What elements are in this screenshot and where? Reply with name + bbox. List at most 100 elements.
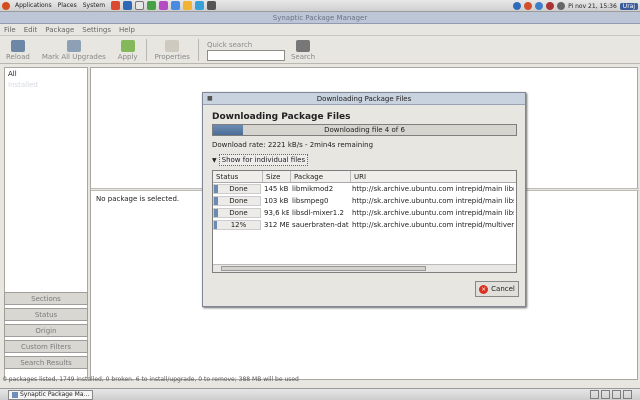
workspace-1[interactable]	[590, 390, 599, 399]
status-column-header[interactable]: Status	[213, 171, 263, 182]
row-uri: http://sk.archive.ubuntu.com intrepid/mu…	[352, 221, 514, 229]
row-status: 12%	[213, 220, 261, 230]
network-icon[interactable]	[513, 2, 522, 10]
toolbar-separator	[197, 39, 199, 61]
updates-icon[interactable]	[524, 2, 533, 10]
row-status: Done	[213, 196, 261, 206]
firefox-icon[interactable]	[111, 1, 121, 10]
toolbar: Reload Mark All Upgrades Apply Propertie…	[0, 36, 640, 64]
volume-icon[interactable]	[557, 2, 566, 10]
places-menu[interactable]: Places	[55, 2, 80, 9]
folder-icon[interactable]	[183, 1, 193, 10]
workspace-4[interactable]	[623, 390, 632, 399]
row-status: Done	[213, 208, 261, 218]
workspace-2[interactable]	[601, 390, 610, 399]
mail-icon[interactable]	[535, 2, 544, 10]
row-package: sauerbraten-data	[292, 221, 349, 229]
row-size: 103 kB	[264, 197, 289, 205]
custom-filters-button[interactable]: Custom Filters	[4, 340, 88, 353]
filter-buttons: Sections Status Origin Custom Filters Se…	[4, 292, 88, 372]
expander-arrow-icon: ▼	[212, 156, 217, 164]
row-package: libsdl-mixer1.2	[292, 209, 344, 217]
uri-column-header[interactable]: URI	[351, 171, 516, 182]
size-column-header[interactable]: Size	[263, 171, 291, 182]
menu-file[interactable]: File	[4, 26, 16, 34]
window-titlebar[interactable]: Synaptic Package Manager	[0, 12, 640, 24]
workspace-switcher	[590, 390, 632, 399]
origin-button[interactable]: Origin	[4, 324, 88, 337]
window-menubar: File Edit Package Settings Help	[0, 24, 640, 36]
menu-package[interactable]: Package	[45, 26, 74, 34]
overall-progress-bar: Downloading file 4 of 6	[212, 124, 517, 136]
binoculars-icon	[295, 40, 310, 52]
filter-installed[interactable]: Installed	[5, 80, 87, 90]
browser-icon[interactable]	[195, 1, 205, 10]
status-button[interactable]: Status	[4, 308, 88, 321]
terminal-icon[interactable]	[135, 1, 145, 10]
details-expander[interactable]: ▼ Show for individual files	[212, 154, 309, 166]
status-bar: 0 packages listed, 1749 installed, 0 bro…	[3, 376, 299, 383]
search-results-button[interactable]: Search Results	[4, 356, 88, 369]
ubuntu-logo-icon[interactable]	[2, 1, 10, 10]
reload-button[interactable]: Reload	[6, 40, 30, 61]
media-icon[interactable]	[159, 1, 169, 10]
menu-settings[interactable]: Settings	[82, 26, 111, 34]
dialog-heading: Downloading Package Files	[212, 112, 351, 122]
row-size: 145 kB	[264, 185, 289, 193]
table-row[interactable]: Done 103 kB libsmpeg0 http://sk.archive.ubu…	[213, 195, 516, 207]
calculator-icon[interactable]	[147, 1, 157, 10]
editor-icon[interactable]	[171, 1, 181, 10]
synaptic-task-icon	[12, 391, 18, 398]
row-progress	[214, 209, 218, 217]
download-dialog: ■ Downloading Package Files Downloading …	[202, 92, 526, 307]
package-column-header[interactable]: Package	[291, 171, 351, 182]
row-uri: http://sk.archive.ubuntu.com intrepid/ma…	[352, 185, 514, 193]
chat-icon[interactable]	[123, 1, 133, 10]
applications-menu[interactable]: Applications	[12, 2, 55, 9]
table-row[interactable]: 12% 312 MB sauerbraten-data http://sk.archi…	[213, 219, 516, 231]
checkmark-icon	[120, 40, 135, 52]
table-header: Status Size Package URI	[213, 171, 516, 183]
row-uri: http://sk.archive.ubuntu.com intrepid/ma…	[352, 197, 514, 205]
workspace-3[interactable]	[612, 390, 621, 399]
properties-button[interactable]: Properties	[155, 40, 190, 61]
mark-all-upgrades-button[interactable]: Mark All Upgrades	[42, 40, 106, 61]
monitor-icon[interactable]	[207, 1, 217, 10]
row-progress	[214, 197, 218, 205]
download-rate: Download rate: 2221 kB/s - 2min4s remain…	[212, 141, 374, 149]
menu-edit[interactable]: Edit	[24, 26, 38, 34]
system-menu[interactable]: System	[80, 2, 108, 9]
bottom-panel: Synaptic Package Ma...	[0, 388, 640, 400]
reload-icon	[10, 40, 25, 52]
filter-all[interactable]: All	[5, 68, 87, 80]
menu-help[interactable]: Help	[119, 26, 135, 34]
table-row[interactable]: Done 93,6 kB libsdl-mixer1.2 http://sk.arch…	[213, 207, 516, 219]
table-row[interactable]: Done 145 kB libmikmod2 http://sk.archive.ub…	[213, 183, 516, 195]
scrollbar-thumb[interactable]	[221, 266, 426, 271]
sections-button[interactable]: Sections	[4, 292, 88, 305]
toolbar-separator	[145, 39, 147, 61]
row-progress	[214, 185, 218, 193]
properties-icon	[165, 40, 180, 52]
upgrade-icon	[66, 40, 81, 52]
package-details-message: No package is selected.	[96, 195, 180, 203]
cancel-icon: ×	[479, 284, 489, 294]
cancel-button[interactable]: × Cancel	[475, 281, 519, 297]
download-table: Status Size Package URI Done 145 kB libmik…	[212, 170, 517, 273]
user-switcher[interactable]: Uraj	[619, 2, 638, 10]
search-button[interactable]: Search	[291, 40, 315, 61]
apply-button[interactable]: Apply	[118, 40, 138, 61]
quick-search-input[interactable]	[206, 50, 285, 61]
power-icon[interactable]	[546, 2, 555, 10]
row-package: libsmpeg0	[292, 197, 329, 205]
horizontal-scrollbar[interactable]	[213, 264, 516, 272]
quick-search-label: Quick search	[206, 41, 253, 49]
row-size: 93,6 kB	[264, 209, 289, 217]
clock[interactable]: Pi nov 21, 15:36	[568, 3, 617, 10]
top-panel: Applications Places System Pi nov 21, 15…	[0, 0, 640, 12]
taskbar-synaptic-item[interactable]: Synaptic Package Ma...	[8, 389, 94, 400]
dialog-titlebar[interactable]: ■ Downloading Package Files	[203, 93, 525, 105]
progress-text: Downloading file 4 of 6	[324, 126, 405, 134]
window-menu-icon[interactable]: ■	[207, 95, 213, 102]
row-uri: http://sk.archive.ubuntu.com intrepid/ma…	[352, 209, 514, 217]
